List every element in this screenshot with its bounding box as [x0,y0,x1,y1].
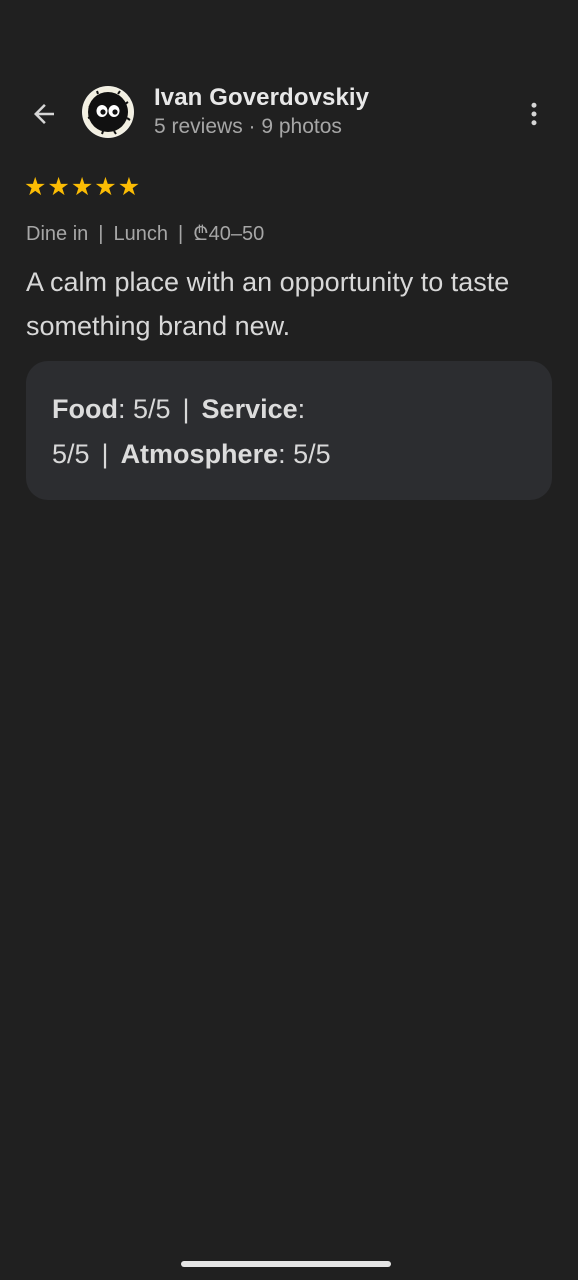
visit-info: Dine in | Lunch | ₾40–50 [26,219,264,246]
separator: | [177,223,184,245]
meal-type: Lunch [113,223,168,245]
star-icon: ★ [70,172,94,201]
ratings-card: Food: 5/5 | Service: 5/5 | Atmosphere: 5/5 [26,361,552,500]
food-label: Food [52,394,118,424]
service-rating: 5/5 [52,439,90,469]
star-rating: ★ ★ ★ ★ ★ [24,174,140,200]
service-label: Service [201,394,298,424]
ratings-breakdown: Food: 5/5 | Service: 5/5 | Atmosphere: 5/5 [52,387,352,477]
star-icon: ★ [24,172,47,201]
more-options-button[interactable] [514,94,554,134]
review-text: A calm place with an opportunity to tast… [26,267,510,341]
avatar-face-icon [84,88,132,136]
price-range: ₾40–50 [193,223,265,245]
service-colon: : [297,394,306,424]
more-vert-icon [531,102,537,126]
review-header: Ivan Goverdovskiy 5 reviews · 9 photos [0,84,578,144]
separator: | [98,223,104,245]
atmosphere-rating: : 5/5 [278,439,331,469]
arrow-back-icon [34,104,54,124]
star-icon: ★ [94,172,117,201]
reviewer-stats: 5 reviews · 9 photos [154,115,342,138]
visit-type: Dine in [26,223,89,245]
back-button[interactable] [24,94,64,134]
separator: | [101,439,109,469]
food-rating: : 5/5 [117,394,171,424]
reviewer-name[interactable]: Ivan Goverdovskiy [154,84,369,112]
star-icon: ★ [117,172,141,201]
home-indicator[interactable] [181,1261,391,1267]
separator: | [182,394,190,424]
avatar[interactable] [82,86,134,138]
star-icon: ★ [47,172,70,201]
atmosphere-label: Atmosphere [120,439,279,469]
